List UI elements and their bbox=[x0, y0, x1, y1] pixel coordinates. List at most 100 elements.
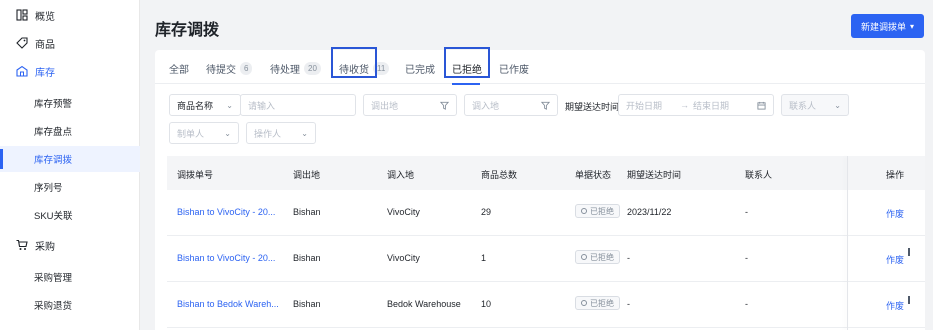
contact-select[interactable]: 联系人 ⌄ bbox=[781, 94, 849, 116]
highlight-box bbox=[444, 47, 490, 78]
sidebar-item-label: 库存盘点 bbox=[34, 127, 73, 138]
tab-completed[interactable]: 已完成 bbox=[405, 61, 435, 76]
status-badge: 已拒绝 bbox=[575, 250, 620, 264]
sidebar-item-sku-link[interactable]: SKU关联 bbox=[0, 202, 140, 228]
select-value: 商品名称 bbox=[177, 100, 214, 111]
to-location-select[interactable]: 调入地 bbox=[464, 94, 558, 116]
sidebar-item-serial-numbers[interactable]: 序列号 bbox=[0, 174, 140, 200]
chevron-down-icon: ▾ bbox=[910, 21, 915, 31]
from-cell: Bishan bbox=[293, 299, 321, 309]
product-search-input[interactable]: 请输入 bbox=[240, 94, 356, 116]
sidebar-item-label: 库存 bbox=[35, 67, 55, 79]
from-location-select[interactable]: 调出地 bbox=[363, 94, 457, 116]
quantity-cell: 1 bbox=[481, 253, 487, 263]
column-header: 单据状态 bbox=[575, 170, 612, 180]
table-row: Bishan to VivoCity - 20... Bishan VivoCi… bbox=[167, 190, 925, 236]
sidebar: 概览 商品 库存 库存预警 库存盘点 库存调拨 序列号 SKU关联 采购 采购管… bbox=[0, 0, 140, 330]
chevron-down-icon: ⌄ bbox=[226, 100, 233, 110]
table-header: 调拨单号 调出地 调入地 商品总数 单据状态 期望送达时间 联系人 操作 bbox=[167, 156, 925, 190]
calendar-icon bbox=[757, 101, 766, 110]
input-placeholder: 请输入 bbox=[248, 100, 276, 111]
fixed-column-divider bbox=[847, 156, 848, 330]
end-date-placeholder: 结束日期 bbox=[693, 100, 730, 111]
column-header: 调出地 bbox=[293, 170, 321, 180]
transfer-number-link[interactable]: Bishan to VivoCity - 20... bbox=[177, 207, 275, 217]
status-text: 已拒绝 bbox=[590, 252, 614, 262]
table-row: Bishan to Bedok Wareh... Bishan Bedok Wa… bbox=[167, 282, 925, 328]
contact-cell: - bbox=[745, 253, 748, 263]
table-row: Bishan to VivoCity - 20... Bishan VivoCi… bbox=[167, 236, 925, 282]
scroll-edge-marker bbox=[908, 248, 910, 256]
tab-all[interactable]: 全部 bbox=[169, 61, 189, 76]
product-name-select[interactable]: 商品名称 ⌄ bbox=[169, 94, 241, 116]
start-date-placeholder: 开始日期 bbox=[626, 100, 663, 111]
status-badge: 已拒绝 bbox=[575, 204, 620, 218]
select-placeholder: 制单人 bbox=[177, 128, 205, 139]
sidebar-item-label: 采购 bbox=[35, 241, 55, 253]
sidebar-item-stocktake[interactable]: 库存盘点 bbox=[0, 118, 140, 144]
tab-count-badge: 20 bbox=[304, 62, 321, 75]
sidebar-item-purchase-management[interactable]: 采购管理 bbox=[0, 264, 140, 290]
status-text: 已拒绝 bbox=[590, 206, 614, 216]
column-header: 调入地 bbox=[387, 170, 415, 180]
sidebar-item-label: 序列号 bbox=[34, 183, 63, 194]
filter-icon bbox=[541, 101, 550, 110]
date-range-picker[interactable]: 开始日期 → 结束日期 bbox=[618, 94, 774, 116]
status-text: 已拒绝 bbox=[590, 298, 614, 308]
to-cell: VivoCity bbox=[387, 207, 420, 217]
transfer-list-card: 全部 待提交 6 待处理 20 待收货 11 已完成 已拒绝 已作废 商品名称 … bbox=[155, 47, 925, 330]
tab-label: 全部 bbox=[169, 65, 189, 76]
sidebar-item-label: 商品 bbox=[35, 39, 55, 51]
sidebar-item-inventory[interactable]: 库存 bbox=[0, 58, 140, 84]
sidebar-item-purchasing[interactable]: 采购 bbox=[0, 232, 140, 258]
scroll-edge-marker bbox=[908, 296, 910, 304]
sidebar-item-label: 采购退货 bbox=[34, 301, 73, 312]
to-cell: Bedok Warehouse bbox=[387, 299, 461, 309]
contact-cell: - bbox=[745, 207, 748, 217]
new-transfer-button-label: 新建调拨单 bbox=[860, 21, 906, 32]
highlight-box bbox=[331, 47, 377, 78]
cart-icon bbox=[15, 238, 29, 252]
void-button[interactable]: 作废 bbox=[886, 299, 904, 312]
arrow-right-icon: → bbox=[680, 100, 690, 110]
sidebar-item-purchase-returns[interactable]: 采购退货 bbox=[0, 292, 140, 318]
operator-select[interactable]: 操作人 ⌄ bbox=[246, 122, 316, 144]
tab-pending-process[interactable]: 待处理 20 bbox=[270, 61, 321, 76]
filter-icon bbox=[440, 101, 449, 110]
tab-label: 待提交 bbox=[206, 65, 236, 76]
sidebar-item-label: SKU关联 bbox=[34, 211, 73, 222]
sidebar-item-stock-alert[interactable]: 库存预警 bbox=[0, 90, 140, 116]
sidebar-item-label: 采购管理 bbox=[34, 273, 73, 284]
from-cell: Bishan bbox=[293, 207, 321, 217]
void-button[interactable]: 作废 bbox=[886, 207, 904, 220]
chevron-down-icon: ⌄ bbox=[224, 128, 231, 138]
transfer-number-link[interactable]: Bishan to VivoCity - 20... bbox=[177, 253, 275, 263]
expected-date-cell: - bbox=[627, 253, 630, 263]
tab-pending-submit[interactable]: 待提交 6 bbox=[206, 61, 253, 76]
select-placeholder: 操作人 bbox=[254, 128, 282, 139]
expected-date-cell: - bbox=[627, 299, 630, 309]
sidebar-item-label: 库存预警 bbox=[34, 99, 73, 110]
tab-label: 已作废 bbox=[499, 65, 529, 76]
select-placeholder: 联系人 bbox=[789, 100, 817, 111]
tab-voided[interactable]: 已作废 bbox=[499, 61, 529, 76]
tab-count-badge: 6 bbox=[240, 62, 253, 75]
status-dot-icon bbox=[581, 208, 587, 214]
tab-label: 已完成 bbox=[405, 65, 435, 76]
to-cell: VivoCity bbox=[387, 253, 420, 263]
input-placeholder: 调入地 bbox=[472, 100, 500, 111]
sidebar-item-label: 概览 bbox=[35, 11, 55, 23]
status-dot-icon bbox=[581, 300, 587, 306]
void-button[interactable]: 作废 bbox=[886, 253, 904, 266]
transfer-number-link[interactable]: Bishan to Bedok Wareh... bbox=[177, 299, 279, 309]
new-transfer-button[interactable]: 新建调拨单 ▾ bbox=[851, 14, 924, 38]
from-cell: Bishan bbox=[293, 253, 321, 263]
sidebar-item-overview[interactable]: 概览 bbox=[0, 2, 140, 28]
sidebar-item-stock-transfer[interactable]: 库存调拨 bbox=[0, 146, 140, 172]
creator-select[interactable]: 制单人 ⌄ bbox=[169, 122, 239, 144]
expected-date-cell: 2023/11/22 bbox=[627, 207, 672, 217]
column-header: 操作 bbox=[886, 170, 905, 180]
sidebar-item-products[interactable]: 商品 bbox=[0, 30, 140, 56]
quantity-cell: 10 bbox=[481, 299, 492, 309]
chevron-down-icon: ⌄ bbox=[834, 100, 841, 110]
